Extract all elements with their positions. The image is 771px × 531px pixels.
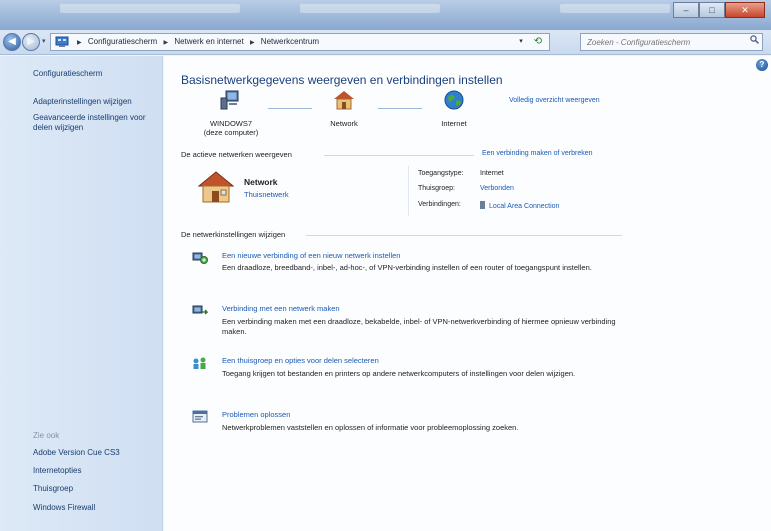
minimize-button[interactable]: – (673, 2, 699, 18)
vertical-divider (408, 166, 409, 216)
change-settings-header: De netwerkinstellingen wijzigen (181, 230, 286, 239)
breadcrumb-item[interactable]: Netwerkcentrum (261, 37, 319, 46)
ethernet-icon (480, 201, 485, 209)
title-bar-blur (60, 4, 240, 13)
active-network-type-link[interactable]: Thuisnetwerk (244, 190, 289, 199)
sidebar-item-control-panel-home[interactable]: Configuratiescherm (33, 69, 161, 79)
map-connector-line (378, 108, 422, 109)
map-node-internet[interactable]: Internet (424, 90, 484, 128)
title-bar-blur (300, 4, 440, 13)
main-content: ? Basisnetwerkgegevens weergeven en verb… (164, 56, 771, 531)
forward-button[interactable]: ▶ (22, 33, 40, 51)
network-center-window: – □ ✕ ◀ ▶ ▾ ▶ Configuratiescherm ▶ Netwe… (0, 0, 771, 531)
close-button[interactable]: ✕ (725, 2, 765, 18)
search-box[interactable] (580, 33, 763, 51)
back-button[interactable]: ◀ (3, 33, 21, 51)
task-connect-network-link[interactable]: Verbinding met een netwerk maken (222, 304, 340, 313)
map-node-computer[interactable]: WINDOWS7 (deze computer) (196, 90, 266, 137)
troubleshoot-icon (192, 410, 208, 424)
history-dropdown-icon[interactable]: ▾ (42, 37, 50, 47)
active-networks-header: De actieve netwerken weergeven (181, 150, 292, 159)
search-icon[interactable] (750, 35, 759, 46)
home-network-icon (314, 90, 374, 112)
section-divider (324, 155, 474, 156)
homegroup-value-link[interactable]: Verbonden (480, 185, 514, 192)
network-node-label: Network (330, 119, 358, 128)
new-connection-icon (192, 251, 208, 265)
task-new-connection-link[interactable]: Een nieuwe verbinding of een nieuw netwe… (222, 251, 400, 260)
full-map-link[interactable]: Volledig overzicht weergeven (509, 97, 600, 104)
task-connect-network-description: Een verbinding maken met een draadloze, … (222, 317, 616, 336)
breadcrumb-item[interactable]: Netwerk en internet (174, 37, 243, 46)
title-bar[interactable]: – □ ✕ (0, 0, 771, 30)
see-also-header: Zie ook (33, 431, 60, 440)
breadcrumb-separator-icon[interactable]: ▶ (250, 40, 255, 46)
help-icon[interactable]: ? (756, 59, 768, 71)
sidebar-item-adapter-settings[interactable]: Adapterinstellingen wijzigen (33, 97, 161, 107)
connect-network-icon (192, 304, 209, 318)
map-connector-line (268, 108, 312, 109)
task-homegroup-link[interactable]: Een thuisgroep en opties voor delen sele… (222, 356, 379, 365)
active-network-name: Network (244, 177, 278, 187)
see-also-item[interactable]: Adobe Version Cue CS3 (33, 448, 120, 457)
map-node-network[interactable]: Network (314, 90, 374, 128)
address-bar[interactable]: ▶ Configuratiescherm ▶ Netwerk en intern… (50, 33, 550, 51)
internet-node-label: Internet (441, 119, 467, 128)
breadcrumb-separator-icon: ▶ (77, 40, 82, 46)
breadcrumb-item[interactable]: Configuratiescherm (88, 37, 157, 46)
home-network-icon (197, 171, 235, 205)
homegroup-icon (192, 356, 208, 370)
connection-name: Local Area Connection (489, 203, 560, 210)
access-type-value: Internet (480, 170, 504, 177)
homegroup-label: Thuisgroep: (418, 185, 455, 192)
see-also-item[interactable]: Thuisgroep (33, 484, 73, 493)
task-troubleshoot-link[interactable]: Problemen oplossen (222, 410, 290, 419)
sidebar: Configuratiescherm Adapterinstellingen w… (0, 56, 163, 531)
sidebar-item-advanced-sharing[interactable]: Geavanceerde instellingen voor delen wij… (33, 113, 161, 133)
refresh-icon[interactable]: ⟲ (530, 35, 546, 49)
task-homegroup-description: Toegang krijgen tot bestanden en printer… (222, 369, 576, 378)
computer-name: WINDOWS7 (209, 119, 253, 128)
search-input[interactable] (581, 34, 741, 50)
navigation-bar: ◀ ▶ ▾ ▶ Configuratiescherm ▶ Netwerk en … (0, 30, 771, 55)
section-divider (306, 235, 622, 236)
connect-disconnect-link[interactable]: Een verbinding maken of verbreken (482, 150, 593, 157)
network-map: WINDOWS7 (deze computer) Network Interne… (196, 90, 496, 150)
caption-buttons: – □ ✕ (673, 2, 765, 18)
see-also-item[interactable]: Windows Firewall (33, 503, 95, 512)
globe-icon (424, 90, 484, 112)
breadcrumb-separator-icon[interactable]: ▶ (163, 40, 168, 46)
page-title: Basisnetwerkgegevens weergeven en verbin… (181, 73, 503, 87)
task-new-connection-description: Een draadloze, breedband-, inbel-, ad-ho… (222, 263, 592, 272)
maximize-button[interactable]: □ (699, 2, 725, 18)
breadcrumb: ▶ Configuratiescherm ▶ Netwerk en intern… (73, 34, 319, 50)
computer-icon (196, 90, 266, 112)
address-dropdown-icon[interactable]: ▾ (515, 35, 527, 49)
computer-subtitle: (deze computer) (203, 128, 259, 137)
title-bar-blur (560, 4, 670, 13)
see-also-item[interactable]: Internetopties (33, 466, 81, 475)
connections-label: Verbindingen: (418, 201, 461, 208)
task-troubleshoot-description: Netwerkproblemen vaststellen en oplossen… (222, 423, 519, 432)
connections-value-link[interactable]: Local Area Connection (480, 201, 559, 210)
access-type-label: Toegangstype: (418, 170, 464, 177)
control-panel-icon (55, 36, 69, 48)
